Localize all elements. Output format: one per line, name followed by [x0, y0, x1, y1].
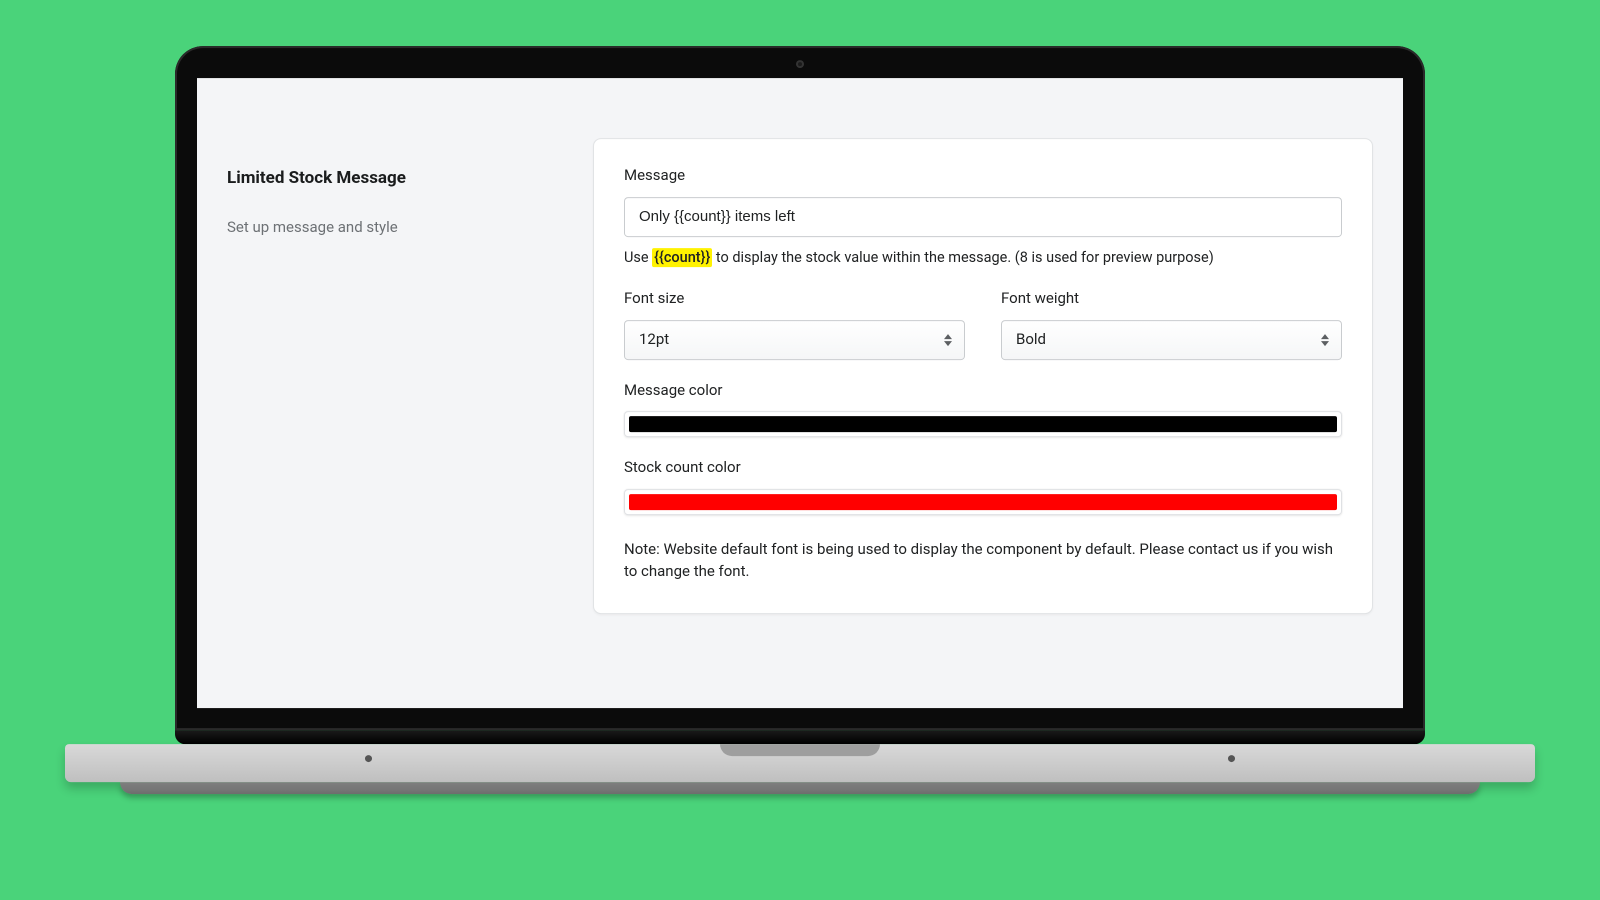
- message-color-input[interactable]: [624, 411, 1342, 437]
- message-color-swatch: [629, 416, 1337, 432]
- font-size-label: Font size: [624, 288, 965, 310]
- select-spinner-icon: [944, 334, 952, 346]
- screen: Limited Stock Message Set up message and…: [197, 78, 1403, 708]
- stock-count-color-field: Stock count color: [624, 457, 1342, 515]
- laptop-mockup: Limited Stock Message Set up message and…: [175, 46, 1425, 794]
- camera-dot: [796, 60, 804, 68]
- laptop-hinge: [175, 730, 1425, 744]
- font-size-field: Font size 12pt: [624, 288, 965, 360]
- laptop-base: [65, 744, 1535, 782]
- hint-text-pre: Use: [624, 249, 652, 266]
- message-color-label: Message color: [624, 380, 1342, 402]
- settings-panel: Limited Stock Message Set up message and…: [197, 78, 1403, 654]
- font-weight-value: Bold: [1016, 329, 1046, 351]
- message-field: Message Use {{count}} to display the sto…: [624, 165, 1342, 268]
- font-weight-label: Font weight: [1001, 288, 1342, 310]
- stock-count-color-input[interactable]: [624, 489, 1342, 515]
- laptop-notch: [720, 744, 880, 756]
- message-hint: Use {{count}} to display the stock value…: [624, 247, 1342, 268]
- laptop-bezel: Limited Stock Message Set up message and…: [175, 46, 1425, 730]
- font-note: Note: Website default font is being used…: [624, 539, 1342, 583]
- font-row: Font size 12pt Font weight Bol: [624, 288, 1342, 380]
- font-size-select[interactable]: 12pt: [624, 320, 965, 360]
- laptop-base-edge: [120, 782, 1480, 794]
- count-token: {{count}}: [652, 248, 712, 267]
- section-subtitle: Set up message and style: [227, 217, 567, 239]
- settings-card: Message Use {{count}} to display the sto…: [593, 138, 1373, 614]
- section-heading-block: Limited Stock Message Set up message and…: [227, 138, 567, 614]
- font-size-value: 12pt: [639, 329, 669, 351]
- message-label: Message: [624, 165, 1342, 187]
- message-color-field: Message color: [624, 380, 1342, 438]
- message-input[interactable]: [624, 197, 1342, 237]
- stock-count-color-label: Stock count color: [624, 457, 1342, 479]
- stock-count-color-swatch: [629, 494, 1337, 510]
- font-weight-select[interactable]: Bold: [1001, 320, 1342, 360]
- select-spinner-icon: [1321, 334, 1329, 346]
- section-title: Limited Stock Message: [227, 166, 567, 191]
- hint-text-post: to display the stock value within the me…: [712, 249, 1214, 266]
- font-weight-field: Font weight Bold: [1001, 288, 1342, 360]
